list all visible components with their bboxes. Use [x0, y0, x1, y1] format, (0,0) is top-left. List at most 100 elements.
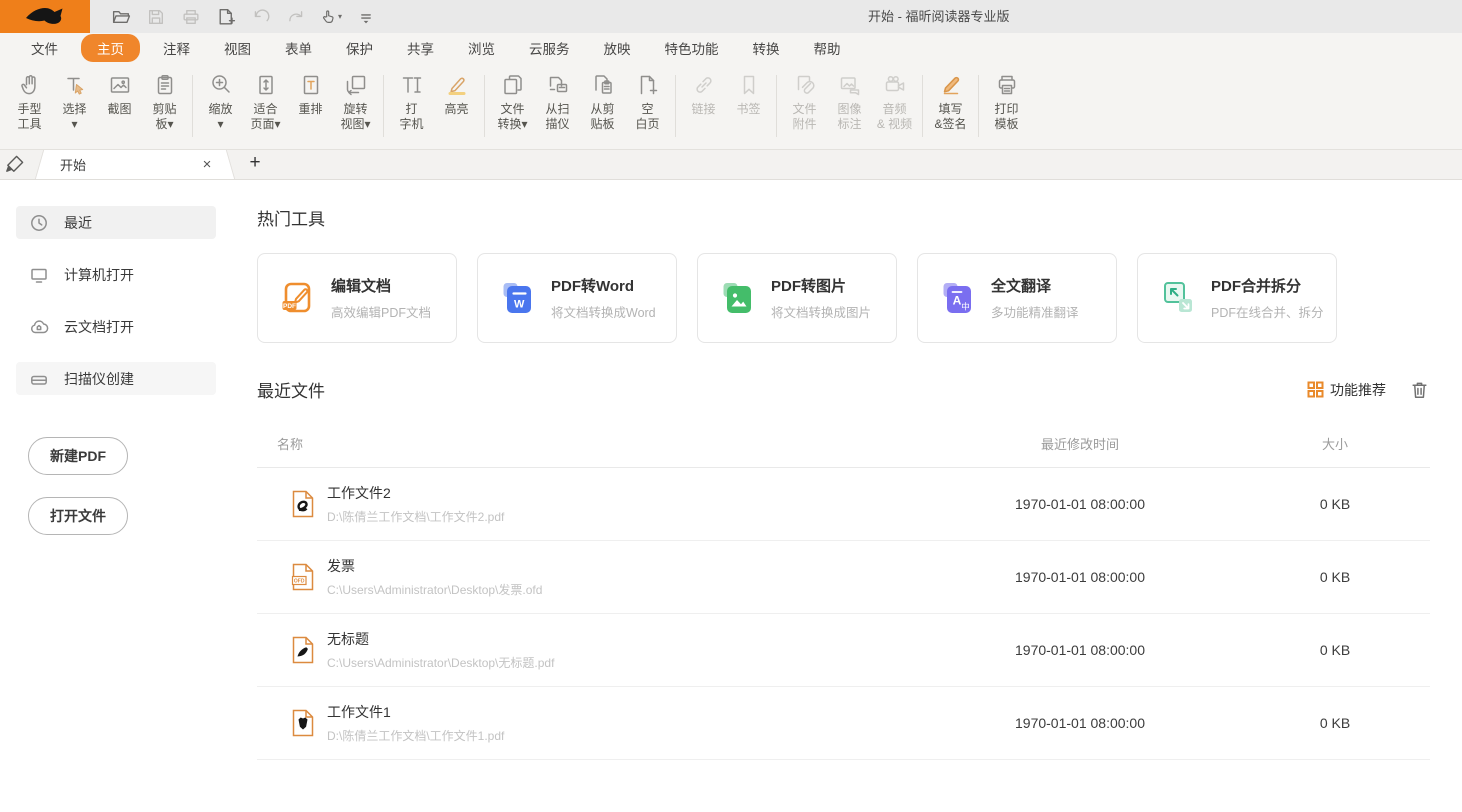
file-row-3[interactable]: 无标题 C:\Users\Administrator\Desktop\无标题.p… — [257, 614, 1430, 687]
card-subtitle: 多功能精准翻译 — [991, 302, 1079, 321]
ribbon-group-comment: 打字机 高亮 — [386, 63, 482, 149]
rotate-view-button[interactable]: 旋转视图▾ — [333, 63, 378, 132]
open-file-button[interactable]: 打开文件 — [28, 497, 128, 535]
save-icon[interactable] — [145, 6, 167, 28]
select-tool-button[interactable]: 选择▾ — [52, 63, 97, 132]
file-row-4[interactable]: 工作文件1 D:\陈倩兰工作文档\工作文件1.pdf 1970-01-01 08… — [257, 687, 1430, 760]
from-clipboard-button[interactable]: 从剪贴板 — [580, 63, 625, 132]
ribbon-group-navigation: 链接 书签 — [678, 63, 774, 149]
file-path: C:\Users\Administrator\Desktop\无标题.pdf — [327, 654, 554, 671]
tab-close-icon[interactable]: × — [198, 156, 216, 173]
ribbon-group-view: 缩放▾ 适合页面▾ 重排 旋转视图▾ — [195, 63, 381, 149]
clipboard-button[interactable]: 剪贴板▾ — [142, 63, 187, 132]
print-icon[interactable] — [180, 6, 202, 28]
fit-page-icon — [253, 72, 279, 98]
fit-page-button[interactable]: 适合页面▾ — [243, 63, 288, 132]
menu-cloud[interactable]: 云服务 — [512, 34, 587, 62]
card-edit-document[interactable]: PDF 编辑文档 高效编辑PDF文档 — [257, 253, 457, 343]
menu-comment[interactable]: 注释 — [146, 34, 207, 62]
card-translate[interactable]: A 中 全文翻译 多功能精准翻译 — [917, 253, 1117, 343]
file-path: C:\Users\Administrator\Desktop\发票.ofd — [327, 581, 542, 598]
hand-mode-icon[interactable]: ▾ — [320, 6, 342, 28]
menu-slideshow[interactable]: 放映 — [587, 34, 648, 62]
reflow-button[interactable]: 重排 — [288, 63, 333, 117]
sidebar-item-recent[interactable]: 最近 — [16, 206, 216, 239]
svg-text:W: W — [514, 299, 525, 311]
file-convert-button[interactable]: 文件转换▾ — [490, 63, 535, 132]
ribbon-group-sign: 填写&签名 — [925, 63, 976, 149]
file-name: 无标题 — [327, 629, 554, 649]
file-size: 0 KB — [1240, 569, 1430, 585]
blank-page-button[interactable]: 空白页 — [625, 63, 670, 132]
start-page: 最近 计算机打开 云文档打开 扫描仪创建 新建PDF 打开文件 热门工具 — [0, 180, 1462, 812]
sidebar-item-create-scanner[interactable]: 扫描仪创建 — [16, 362, 216, 395]
rotate-view-icon — [343, 72, 369, 98]
new-tab-icon[interactable]: + — [242, 149, 268, 179]
hot-tools-title: 热门工具 — [257, 205, 1430, 230]
card-subtitle: 将文档转换成图片 — [771, 302, 871, 321]
pdf-file-icon — [291, 636, 315, 664]
svg-text:PDF: PDF — [283, 303, 296, 310]
typewriter-button[interactable]: 打字机 — [389, 63, 434, 132]
audio-video-button[interactable]: 音频& 视频 — [872, 63, 917, 132]
file-row-2[interactable]: OFD 发票 C:\Users\Administrator\Desktop\发票… — [257, 541, 1430, 614]
menu-featured[interactable]: 特色功能 — [648, 34, 736, 62]
zoom-button[interactable]: 缩放▾ — [198, 63, 243, 132]
redo-icon[interactable] — [285, 6, 307, 28]
ribbon-toolbar: 手型工具 选择▾ 截图 剪贴板▾ 缩放▾ 适合页面▾ — [0, 63, 1462, 150]
column-modified[interactable]: 最近修改时间 — [920, 434, 1240, 453]
file-modified: 1970-01-01 08:00:00 — [920, 715, 1240, 731]
clear-recent-button[interactable] — [1408, 379, 1430, 401]
file-row-1[interactable]: 工作文件2 D:\陈倩兰工作文档\工作文件2.pdf 1970-01-01 08… — [257, 468, 1430, 541]
menu-file[interactable]: 文件 — [14, 34, 75, 62]
open-file-icon[interactable] — [110, 6, 132, 28]
card-subtitle: PDF在线合并、拆分 — [1211, 302, 1324, 321]
menu-convert[interactable]: 转换 — [736, 34, 797, 62]
new-document-icon[interactable] — [215, 6, 237, 28]
window-title: 开始 - 福昕阅读器专业版 — [868, 0, 1010, 33]
undo-icon[interactable] — [250, 6, 272, 28]
card-pdf-to-word[interactable]: W PDF转Word 将文档转换成Word — [477, 253, 677, 343]
pencil-icon[interactable] — [0, 149, 30, 179]
sidebar-item-open-computer[interactable]: 计算机打开 — [16, 258, 216, 291]
card-pdf-to-image[interactable]: PDF转图片 将文档转换成图片 — [697, 253, 897, 343]
link-button[interactable]: 链接 — [681, 63, 726, 117]
menu-help[interactable]: 帮助 — [797, 34, 858, 62]
table-header: 名称 最近修改时间 大小 — [257, 426, 1430, 468]
customize-toolbar-icon[interactable] — [355, 6, 377, 28]
file-attachment-icon — [792, 72, 818, 98]
column-name[interactable]: 名称 — [257, 434, 920, 453]
card-merge-split[interactable]: PDF合并拆分 PDF在线合并、拆分 — [1137, 253, 1337, 343]
snapshot-button[interactable]: 截图 — [97, 63, 142, 117]
menu-home[interactable]: 主页 — [81, 34, 140, 62]
hand-tool-button[interactable]: 手型工具 — [7, 63, 52, 132]
from-scanner-button[interactable]: 从扫描仪 — [535, 63, 580, 132]
image-annotation-icon — [837, 72, 863, 98]
menu-share[interactable]: 共享 — [390, 34, 451, 62]
highlight-button[interactable]: 高亮 — [434, 63, 479, 117]
audio-video-icon — [882, 72, 908, 98]
menu-view[interactable]: 视图 — [207, 34, 268, 62]
ribbon-group-tools: 手型工具 选择▾ 截图 剪贴板▾ — [4, 63, 190, 149]
menu-browse[interactable]: 浏览 — [451, 34, 512, 62]
new-pdf-button[interactable]: 新建PDF — [28, 437, 128, 475]
menu-form[interactable]: 表单 — [268, 34, 329, 62]
menu-bar: 文件 主页 注释 视图 表单 保护 共享 浏览 云服务 放映 特色功能 转换 帮… — [0, 33, 1462, 63]
print-template-button[interactable]: 打印模板 — [984, 63, 1029, 132]
file-convert-icon — [500, 72, 526, 98]
cloud-icon — [29, 317, 49, 337]
fill-sign-button[interactable]: 填写&签名 — [928, 63, 973, 132]
menu-protect[interactable]: 保护 — [329, 34, 390, 62]
quick-access-toolbar: ▾ — [110, 6, 377, 28]
file-attachment-button[interactable]: 文件附件 — [782, 63, 827, 132]
foxit-pdf-file-icon — [291, 490, 315, 518]
ribbon-separator — [675, 75, 676, 137]
feature-recommend-button[interactable]: 功能推荐 — [1307, 380, 1386, 400]
bookmark-button[interactable]: 书签 — [726, 63, 771, 117]
image-annotation-button[interactable]: 图像标注 — [827, 63, 872, 132]
app-logo[interactable] — [0, 0, 90, 33]
tab-start[interactable]: 开始 × — [46, 150, 224, 179]
sidebar-item-open-cloud[interactable]: 云文档打开 — [16, 310, 216, 343]
column-size[interactable]: 大小 — [1240, 434, 1430, 453]
svg-text:OFD: OFD — [294, 579, 305, 585]
